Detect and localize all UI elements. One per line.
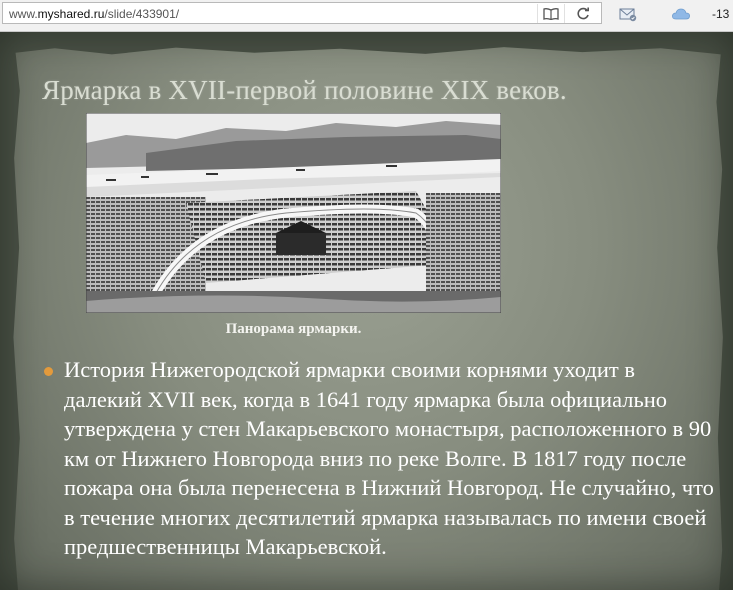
address-bar[interactable]: www.myshared.ru/slide/433901/: [2, 2, 602, 24]
mail-button[interactable]: [618, 4, 638, 24]
bullet-item: История Нижегородской ярмарки своими кор…: [36, 355, 716, 562]
address-url[interactable]: www.myshared.ru/slide/433901/: [9, 7, 179, 21]
reader-view-button[interactable]: [537, 4, 564, 23]
bullet-dot-icon: [44, 367, 53, 376]
slide: Ярмарка в XVII-первой половине XIX веков…: [0, 32, 733, 590]
slide-title: Ярмарка в XVII-первой половине XIX веков…: [42, 75, 567, 105]
reload-button[interactable]: [564, 4, 601, 23]
url-prefix: www.: [9, 7, 38, 21]
browser-toolbar: www.myshared.ru/slide/433901/ -13: [0, 0, 733, 32]
toolbar-counter: -13: [712, 7, 730, 21]
bullet-text: История Нижегородской ярмарки своими кор…: [64, 357, 714, 559]
mail-icon: [619, 8, 637, 22]
url-domain: myshared.ru: [37, 7, 105, 21]
image-caption: Панорама ярмарки.: [225, 321, 362, 337]
cloud-button[interactable]: [670, 4, 692, 24]
reader-view-icon: [543, 8, 559, 20]
fair-panorama-image: [86, 113, 501, 313]
cloud-icon: [672, 8, 690, 20]
reload-icon: [577, 7, 589, 19]
url-path: /slide/433901/: [104, 7, 180, 21]
fair-panorama-drawing: [86, 113, 501, 313]
